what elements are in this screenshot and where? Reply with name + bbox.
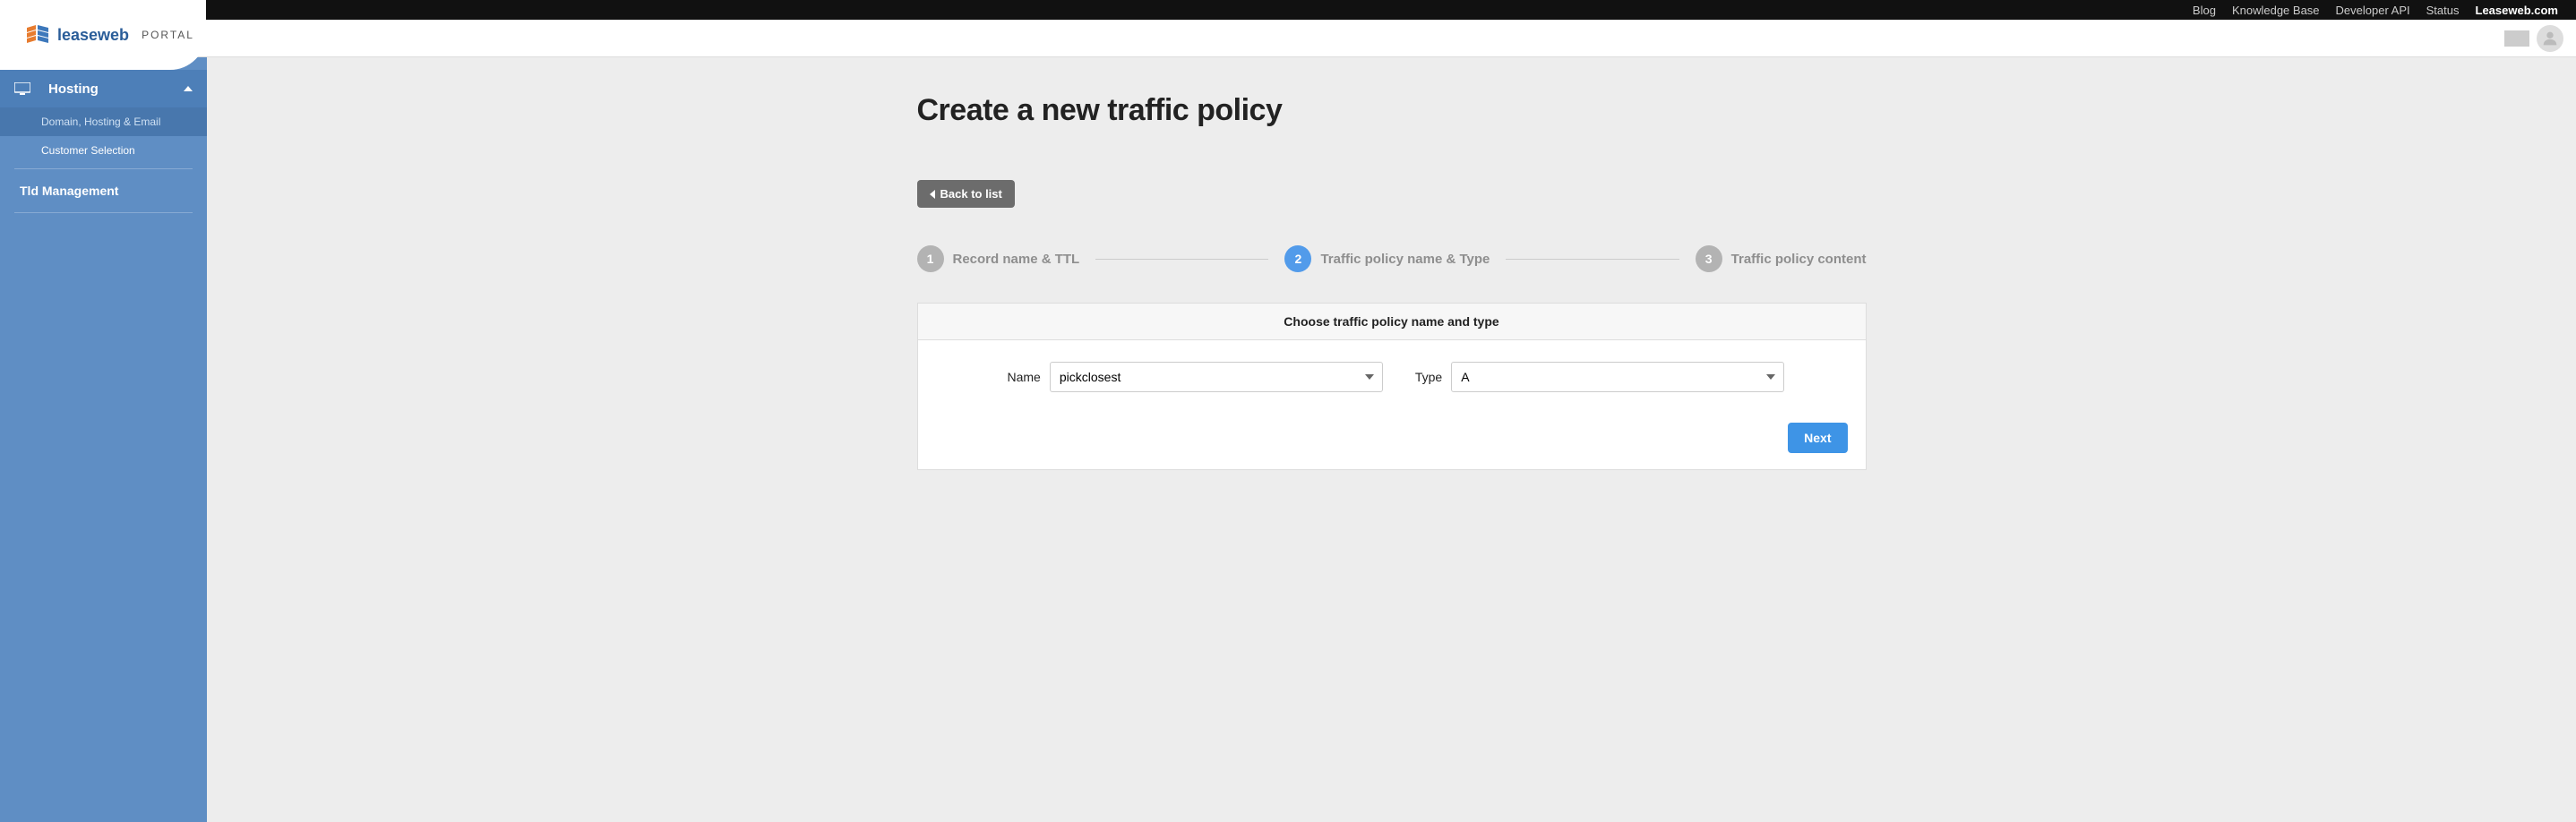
sidebar-item-tld-management[interactable]: Tld Management <box>0 173 207 209</box>
name-input[interactable] <box>1050 362 1383 392</box>
avatar[interactable] <box>2537 25 2563 52</box>
logo[interactable]: leaseweb PORTAL <box>0 0 206 70</box>
sidebar-section-hosting[interactable]: Hosting <box>0 70 207 107</box>
form-group-type: Type A <box>1415 362 1784 392</box>
topbar-link-leaseweb[interactable]: Leaseweb.com <box>2476 4 2559 17</box>
sidebar-divider <box>14 212 193 213</box>
topbar: Blog Knowledge Base Developer API Status… <box>0 0 2576 20</box>
topbar-link-status[interactable]: Status <box>2426 4 2460 17</box>
headerbar <box>0 20 2576 57</box>
step-3-label: Traffic policy content <box>1731 252 1867 267</box>
name-label: Name <box>1008 370 1041 384</box>
logo-icon <box>25 25 50 45</box>
form-panel-header: Choose traffic policy name and type <box>918 304 1866 340</box>
topbar-link-blog[interactable]: Blog <box>2193 4 2216 17</box>
step-1: 1 Record name & TTL <box>917 245 1080 272</box>
step-2: 2 Traffic policy name & Type <box>1284 245 1490 272</box>
sidebar-divider <box>14 168 193 169</box>
step-3: 3 Traffic policy content <box>1696 245 1867 272</box>
step-2-label: Traffic policy name & Type <box>1320 252 1490 267</box>
logo-portal-text: PORTAL <box>142 29 194 41</box>
chevron-left-icon <box>930 190 937 199</box>
step-1-number: 1 <box>917 245 944 272</box>
step-connector <box>1095 259 1268 260</box>
step-1-label: Record name & TTL <box>953 252 1080 267</box>
topbar-link-kb[interactable]: Knowledge Base <box>2232 4 2320 17</box>
wizard-steps: 1 Record name & TTL 2 Traffic policy nam… <box>917 245 1867 272</box>
back-to-list-button[interactable]: Back to list <box>917 180 1015 208</box>
back-button-label: Back to list <box>940 187 1002 201</box>
next-button[interactable]: Next <box>1788 423 1847 453</box>
type-select[interactable]: A <box>1451 362 1784 392</box>
form-group-name: Name <box>1008 362 1383 392</box>
step-2-number: 2 <box>1284 245 1311 272</box>
topbar-link-api[interactable]: Developer API <box>2336 4 2410 17</box>
logo-brand-text: leaseweb <box>57 26 129 45</box>
sidebar-item-domain-hosting-email[interactable]: Domain, Hosting & Email <box>0 107 207 136</box>
monitor-icon <box>14 82 30 95</box>
sidebar: Hosting Domain, Hosting & Email Customer… <box>0 0 207 822</box>
form-panel: Choose traffic policy name and type Name… <box>917 303 1867 470</box>
user-icon <box>2540 29 2560 48</box>
step-3-number: 3 <box>1696 245 1722 272</box>
sidebar-section-label: Hosting <box>48 81 99 97</box>
env-badge <box>2504 30 2529 47</box>
main-area: Create a new traffic policy Back to list… <box>207 57 2576 822</box>
sidebar-item-customer-selection[interactable]: Customer Selection <box>0 136 207 165</box>
chevron-up-icon <box>184 86 193 91</box>
step-connector <box>1506 259 1679 260</box>
type-label: Type <box>1415 370 1442 384</box>
page-title: Create a new traffic policy <box>917 93 1867 128</box>
